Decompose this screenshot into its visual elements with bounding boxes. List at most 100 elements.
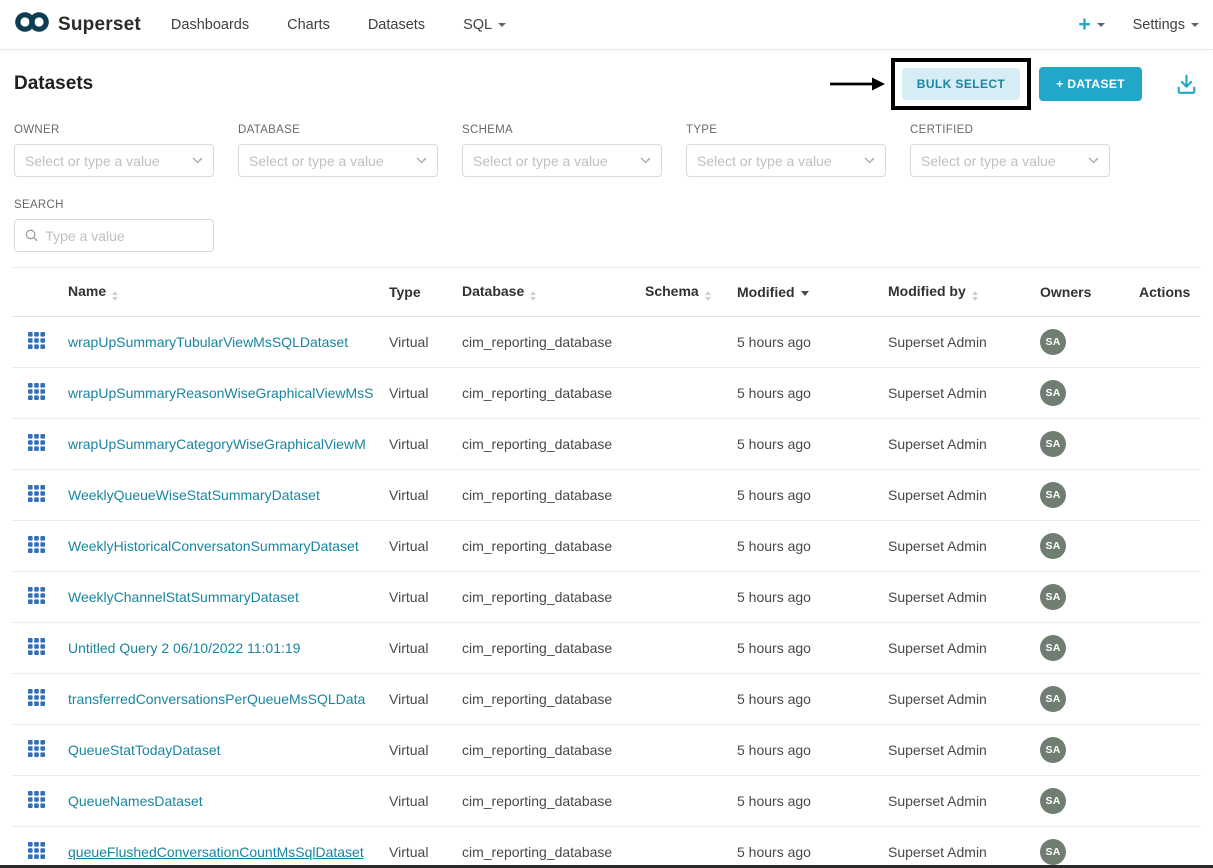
dataset-name-link[interactable]: wrapUpSummaryCategoryWiseGraphicalViewM	[68, 436, 366, 452]
dataset-name-link[interactable]: wrapUpSummaryReasonWiseGraphicalViewMsS	[68, 385, 374, 401]
owner-avatar[interactable]: SA	[1040, 380, 1066, 406]
owner-filter-select[interactable]: Select or type a value	[14, 144, 214, 177]
dataset-name-link[interactable]: QueueStatTodayDataset	[68, 742, 221, 758]
modified-cell: 5 hours ago	[737, 470, 888, 521]
bulk-select-button[interactable]: BULK SELECT	[902, 68, 1020, 100]
nav-item-dashboards[interactable]: Dashboards	[171, 17, 249, 33]
filter-certified: CERTIFIED Select or type a value	[910, 124, 1110, 177]
actions-cell	[1139, 623, 1201, 674]
certified-filter-select[interactable]: Select or type a value	[910, 144, 1110, 177]
dataset-name-link[interactable]: WeeklyChannelStatSummaryDataset	[68, 589, 299, 605]
dataset-name-link[interactable]: transferredConversationsPerQueueMsSQLDat…	[68, 691, 365, 707]
schema-cell	[645, 419, 737, 470]
owner-avatar[interactable]: SA	[1040, 533, 1066, 559]
filter-type: TYPE Select or type a value	[686, 124, 886, 177]
owner-avatar[interactable]: SA	[1040, 635, 1066, 661]
column-header-modified[interactable]: Modified	[737, 268, 888, 317]
filter-label: OWNER	[14, 124, 214, 136]
settings-menu[interactable]: Settings	[1133, 17, 1199, 33]
dataset-grid-icon	[28, 336, 45, 352]
type-filter-select[interactable]: Select or type a value	[686, 144, 886, 177]
table-row: QueueNamesDataset Virtual cim_reporting_…	[12, 776, 1201, 827]
type-cell: Virtual	[389, 725, 462, 776]
filter-label: CERTIFIED	[910, 124, 1110, 136]
owner-avatar[interactable]: SA	[1040, 482, 1066, 508]
owner-avatar[interactable]: SA	[1040, 431, 1066, 457]
modified-by-cell: Superset Admin	[888, 572, 1040, 623]
schema-cell	[645, 623, 737, 674]
nav-item-charts[interactable]: Charts	[287, 17, 330, 33]
owner-avatar[interactable]: SA	[1040, 686, 1066, 712]
column-header-owners: Owners	[1040, 268, 1139, 317]
type-cell: Virtual	[389, 419, 462, 470]
filter-placeholder: Select or type a value	[249, 153, 384, 169]
annotation-highlight-box: BULK SELECT	[891, 58, 1031, 110]
dataset-name-link[interactable]: queueFlushedConversationCountMsSqlDatase…	[68, 844, 364, 860]
schema-filter-select[interactable]: Select or type a value	[462, 144, 662, 177]
dataset-name-link[interactable]: WeeklyQueueWiseStatSummaryDataset	[68, 487, 320, 503]
dataset-grid-icon	[28, 591, 45, 607]
nav-item-datasets[interactable]: Datasets	[368, 17, 425, 33]
schema-cell	[645, 572, 737, 623]
owner-avatar[interactable]: SA	[1040, 329, 1066, 355]
table-row: wrapUpSummaryReasonWiseGraphicalViewMsS …	[12, 368, 1201, 419]
table-row: wrapUpSummaryCategoryWiseGraphicalViewM …	[12, 419, 1201, 470]
superset-logo-icon	[14, 10, 50, 39]
column-header-name[interactable]: Name	[68, 268, 389, 317]
column-header-modified-by[interactable]: Modified by	[888, 268, 1040, 317]
sort-icon	[705, 291, 711, 301]
column-header-icon	[12, 268, 68, 317]
download-icon	[1174, 72, 1199, 97]
schema-cell	[645, 776, 737, 827]
table-row: queueFlushedConversationCountMsSqlDatase…	[12, 827, 1201, 868]
type-cell: Virtual	[389, 470, 462, 521]
schema-cell	[645, 827, 737, 868]
export-datasets-button[interactable]	[1174, 72, 1199, 97]
filter-schema: SCHEMA Select or type a value	[462, 124, 662, 177]
superset-brand[interactable]: Superset	[14, 10, 141, 39]
actions-cell	[1139, 470, 1201, 521]
dataset-grid-icon	[28, 693, 45, 709]
actions-cell	[1139, 317, 1201, 368]
chevron-down-icon	[1191, 23, 1199, 27]
database-cell: cim_reporting_database	[462, 725, 645, 776]
dataset-name-link[interactable]: WeeklyHistoricalConversatonSummaryDatase…	[68, 538, 359, 554]
owner-avatar[interactable]: SA	[1040, 584, 1066, 610]
nav-item-sql[interactable]: SQL	[463, 17, 506, 33]
owner-avatar[interactable]: SA	[1040, 839, 1066, 865]
modified-cell: 5 hours ago	[737, 368, 888, 419]
actions-cell	[1139, 776, 1201, 827]
column-header-database[interactable]: Database	[462, 268, 645, 317]
filter-database: DATABASE Select or type a value	[238, 124, 438, 177]
actions-cell	[1139, 521, 1201, 572]
actions-cell	[1139, 368, 1201, 419]
owner-avatar[interactable]: SA	[1040, 737, 1066, 763]
table-row: QueueStatTodayDataset Virtual cim_report…	[12, 725, 1201, 776]
schema-cell	[645, 521, 737, 572]
filter-placeholder: Select or type a value	[921, 153, 1056, 169]
schema-cell	[645, 725, 737, 776]
chevron-down-icon	[498, 23, 506, 27]
add-dataset-button[interactable]: + DATASET	[1039, 67, 1142, 101]
table-row: WeeklyHistoricalConversatonSummaryDatase…	[12, 521, 1201, 572]
actions-cell	[1139, 674, 1201, 725]
datasets-table: Name Type Database Schema Modified Modif…	[12, 267, 1201, 868]
owner-avatar[interactable]: SA	[1040, 788, 1066, 814]
dataset-name-link[interactable]: Untitled Query 2 06/10/2022 11:01:19	[68, 640, 300, 656]
filter-label: SCHEMA	[462, 124, 662, 136]
search-input[interactable]	[45, 228, 203, 244]
new-item-button[interactable]: +	[1078, 14, 1104, 35]
dataset-name-link[interactable]: QueueNamesDataset	[68, 793, 203, 809]
database-cell: cim_reporting_database	[462, 419, 645, 470]
modified-by-cell: Superset Admin	[888, 674, 1040, 725]
dataset-name-link[interactable]: wrapUpSummaryTubularViewMsSQLDataset	[68, 334, 348, 350]
table-body: wrapUpSummaryTubularViewMsSQLDataset Vir…	[12, 317, 1201, 868]
column-header-schema[interactable]: Schema	[645, 268, 737, 317]
schema-cell	[645, 674, 737, 725]
modified-cell: 5 hours ago	[737, 317, 888, 368]
database-filter-select[interactable]: Select or type a value	[238, 144, 438, 177]
column-header-type: Type	[389, 268, 462, 317]
search-block: SEARCH	[0, 177, 214, 252]
database-cell: cim_reporting_database	[462, 521, 645, 572]
modified-cell: 5 hours ago	[737, 725, 888, 776]
